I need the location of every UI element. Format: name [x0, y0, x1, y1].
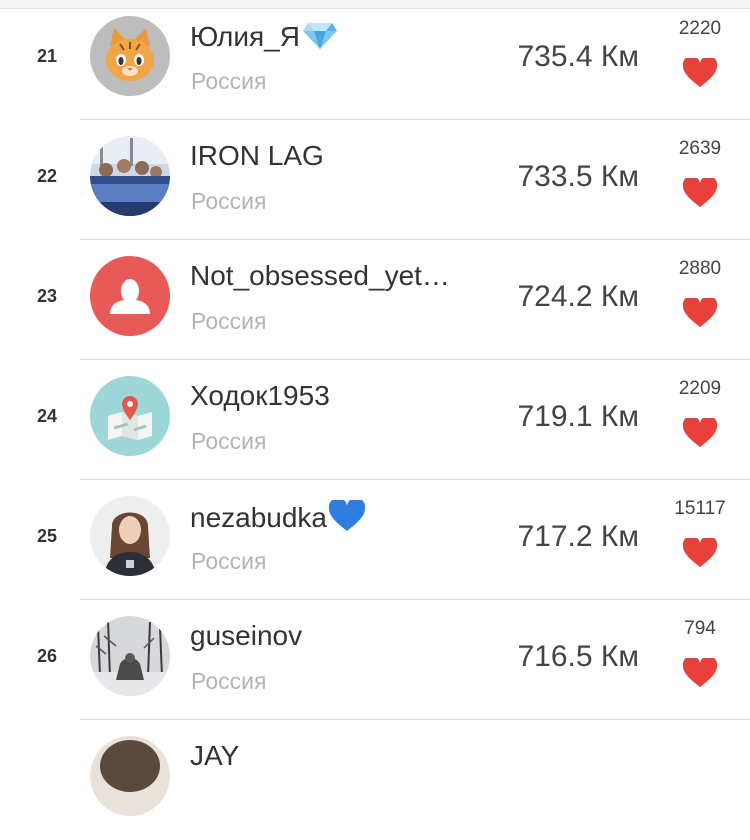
- user-country: Россия: [191, 308, 267, 334]
- rank-number: 21: [37, 46, 58, 66]
- rank-number: 25: [37, 526, 58, 546]
- avatar[interactable]: [90, 616, 170, 696]
- blue-heart-icon: [328, 497, 366, 539]
- rank-number: 22: [37, 166, 58, 186]
- likes-count: 15117: [674, 498, 726, 519]
- heart-icon[interactable]: [683, 58, 717, 88]
- user-country: Россия: [191, 428, 267, 454]
- avatar[interactable]: [90, 736, 170, 816]
- heart-icon[interactable]: [683, 298, 717, 328]
- user-name[interactable]: IRON LAG: [190, 140, 324, 172]
- user-name[interactable]: guseinov: [190, 620, 302, 652]
- leaderboard-row[interactable]: 26 guseinov Россия 716.5 Км 794: [0, 600, 750, 720]
- distance-value: 716.5 Км: [517, 640, 639, 673]
- likes-count: 2209: [678, 378, 722, 399]
- user-country: Россия: [191, 668, 267, 694]
- avatar[interactable]: [90, 136, 170, 216]
- leaderboard-row[interactable]: JAY: [0, 720, 750, 840]
- likes-count: 2220: [678, 18, 722, 39]
- distance-value: 733.5 Км: [517, 160, 639, 193]
- distance-value: 735.4 Км: [517, 40, 639, 73]
- distance-value: 724.2 Км: [517, 280, 639, 313]
- user-name[interactable]: Not_obsessed_yet…: [190, 260, 450, 292]
- rank-number: 24: [37, 406, 58, 426]
- rank-number: 23: [37, 286, 58, 306]
- user-country: Россия: [191, 548, 267, 574]
- heart-icon[interactable]: [683, 418, 717, 448]
- user-name[interactable]: Ходок1953: [190, 380, 330, 412]
- leaderboard-row[interactable]: 25 nezabudka Россия 717.2 Км 15117: [0, 480, 750, 600]
- user-name[interactable]: JAY: [190, 740, 239, 772]
- distance-value: 717.2 Км: [517, 520, 639, 553]
- distance-value: 719.1 Км: [517, 400, 639, 433]
- leaderboard-row[interactable]: 21 Юлия_Я Россия 735.4 Км 2220: [0, 0, 750, 120]
- heart-icon[interactable]: [683, 178, 717, 208]
- user-country: Россия: [191, 68, 267, 94]
- likes-count: 2880: [678, 258, 722, 279]
- leaderboard-row[interactable]: 22 IRON LAG Россия 733.5 Км 2639: [0, 120, 750, 240]
- user-name[interactable]: Юлия_Я: [190, 20, 338, 57]
- map-pin-icon[interactable]: [90, 376, 170, 456]
- user-name[interactable]: nezabudka: [190, 497, 366, 539]
- person-silhouette-icon[interactable]: [90, 256, 170, 336]
- likes-count: 794: [684, 618, 716, 639]
- user-country: Россия: [191, 188, 267, 214]
- user-name-text: Юлия_Я: [190, 20, 300, 52]
- gem-icon: [302, 20, 338, 57]
- leaderboard-row[interactable]: 23 Not_obsessed_yet… Россия 724.2 Км 288…: [0, 240, 750, 360]
- avatar[interactable]: [90, 16, 170, 96]
- heart-icon[interactable]: [683, 658, 717, 688]
- avatar[interactable]: [90, 496, 170, 576]
- leaderboard-row[interactable]: 24 Ходок1953 Россия 719.1 Км 2209: [0, 360, 750, 480]
- heart-icon[interactable]: [683, 538, 717, 568]
- user-name-text: nezabudka: [190, 501, 328, 533]
- rank-number: 26: [37, 646, 58, 666]
- likes-count: 2639: [678, 138, 722, 159]
